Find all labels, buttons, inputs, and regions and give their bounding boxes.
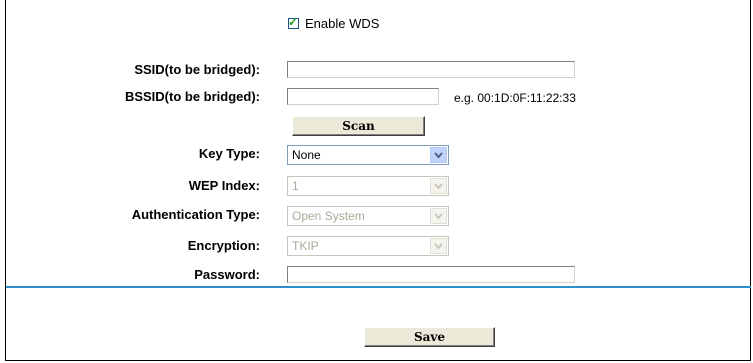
wep-index-value: 1 xyxy=(292,179,299,193)
check-icon: ✓ xyxy=(288,15,299,29)
enable-wds-checkbox[interactable]: ✓ xyxy=(288,15,299,29)
encryption-select: TKIP xyxy=(287,236,449,256)
save-button[interactable]: Save xyxy=(364,327,495,347)
chevron-down-icon xyxy=(430,208,447,224)
wep-index-select: 1 xyxy=(287,176,449,196)
encryption-label: Encryption: xyxy=(187,238,260,253)
bssid-input[interactable] xyxy=(287,88,439,105)
key-type-label: Key Type: xyxy=(198,146,260,161)
wep-index-label: WEP Index: xyxy=(188,178,260,193)
auth-type-label: Authentication Type: xyxy=(131,207,260,222)
auth-type-value: Open System xyxy=(292,209,365,223)
enable-wds-row[interactable]: ✓ Enable WDS xyxy=(288,15,380,31)
ssid-label: SSID(to be bridged): xyxy=(134,62,260,77)
chevron-down-icon[interactable] xyxy=(430,147,447,163)
auth-type-select: Open System xyxy=(287,206,449,226)
password-label: Password: xyxy=(194,267,260,282)
key-type-select[interactable]: None xyxy=(287,145,449,165)
ssid-input[interactable] xyxy=(287,61,575,78)
password-input[interactable] xyxy=(287,266,575,283)
chevron-down-icon xyxy=(430,238,447,254)
section-divider xyxy=(6,286,751,288)
bssid-label: BSSID(to be bridged): xyxy=(124,89,260,104)
enable-wds-label: Enable WDS xyxy=(305,16,380,31)
encryption-value: TKIP xyxy=(292,239,319,253)
bssid-hint: e.g. 00:1D:0F:11:22:33 xyxy=(454,91,576,105)
chevron-down-icon xyxy=(430,178,447,194)
scan-button[interactable]: Scan xyxy=(292,116,425,136)
key-type-value: None xyxy=(292,148,321,162)
